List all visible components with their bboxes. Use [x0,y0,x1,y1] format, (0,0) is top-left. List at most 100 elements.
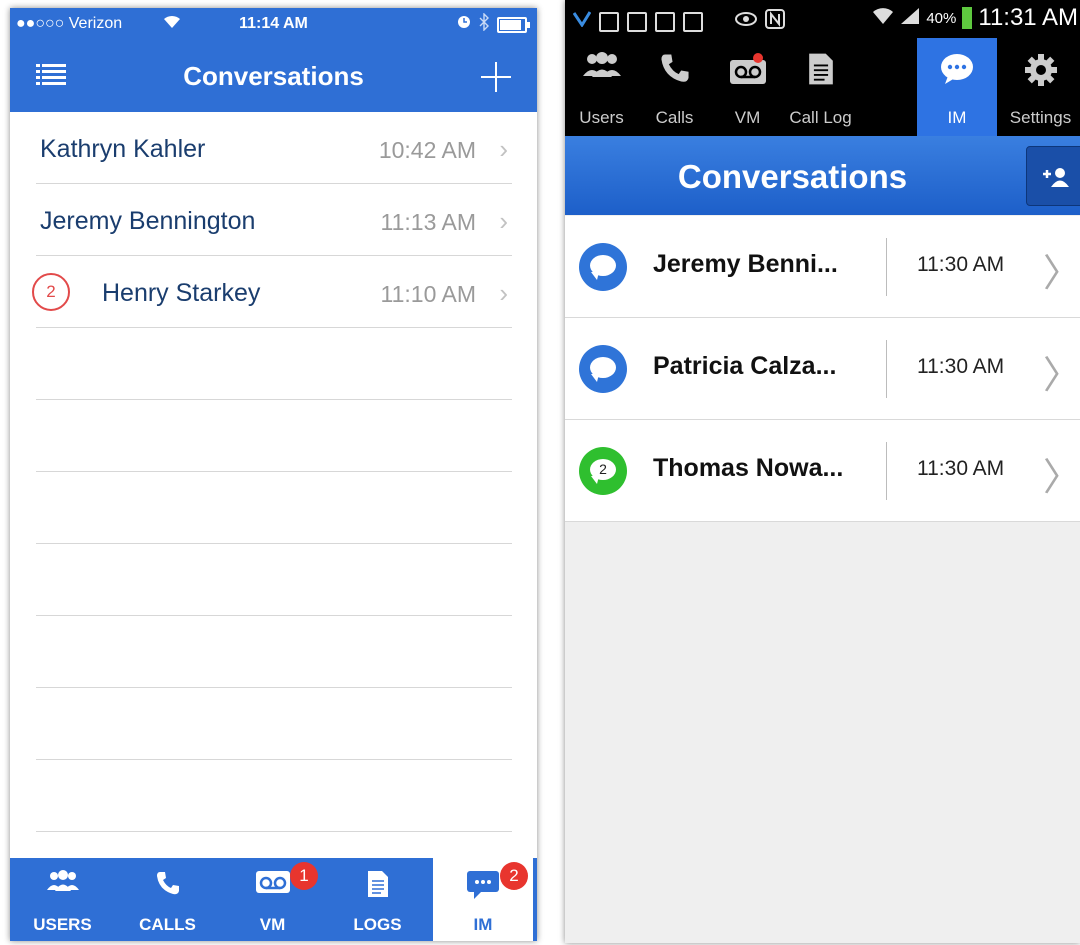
message-time: 11:30 AM [917,253,1005,276]
divider [886,442,887,500]
divider [886,238,887,296]
tab-label: IM [947,108,967,127]
conversation-row[interactable]: Jeremy Benni... 11:30 AM 〉 [565,216,1080,318]
tab-im[interactable]: IM [917,38,997,136]
empty-row [36,760,512,832]
tab-settings[interactable]: Settings [1001,38,1080,136]
document-icon [367,870,389,903]
phone-icon [659,52,691,89]
conversation-row[interactable]: 2 Thomas Nowa... 11:30 AM 〉 [565,420,1080,522]
chat-bubble-icon [579,243,627,291]
bluetooth-icon [479,12,489,36]
message-time: 11:10 AM [380,281,476,307]
empty-row [36,688,512,760]
gear-icon [1023,52,1059,93]
tab-vm[interactable]: VM [711,38,784,136]
empty-row [36,616,512,688]
chat-bubble-icon: 2 [579,447,627,495]
chevron-right-icon: › [499,134,508,164]
phone-icon [155,870,181,901]
tab-users[interactable]: Users [565,38,638,136]
contact-name: Henry Starkey [102,279,261,307]
voicemail-icon [255,870,291,899]
tab-label: Call Log [789,108,852,127]
page-title: Conversations [183,61,364,91]
tab-im[interactable]: 2 IM [433,858,533,941]
document-icon [808,52,834,91]
chat-icon [466,870,500,905]
divider [886,340,887,398]
tab-call-log[interactable]: Call Log [784,38,857,136]
conversation-row[interactable]: 2 Henry Starkey 11:10 AM › [32,256,512,328]
chevron-right-icon: 〉 [1043,457,1080,499]
ios-nav-bar: Conversations [10,38,537,112]
contact-name: Jeremy Benni... [653,250,838,278]
contact-name: Thomas Nowa... [653,454,844,482]
tab-label: CALLS [139,915,196,934]
unread-count-badge: 2 [32,273,70,311]
tab-label: Settings [1009,108,1072,127]
tab-logs[interactable]: LOGS [325,858,430,941]
conversation-row[interactable]: Patricia Calza... 11:30 AM 〉 [565,318,1080,420]
tab-label: Users [579,108,624,127]
gmail-icon [627,11,647,32]
chat-bubble-icon [579,345,627,393]
contact-name: Kathryn Kahler [40,135,206,163]
contact-name: Jeremy Bennington [40,207,256,235]
im-count-badge: 2 [500,862,528,890]
eye-icon [735,11,757,32]
check-icon [572,11,592,32]
voicemail-count-badge: 1 [290,862,318,890]
nfc-icon [765,9,785,34]
message-time: 11:30 AM [917,457,1005,480]
tab-label: USERS [33,915,92,934]
conversation-row[interactable]: Kathryn Kahler 10:42 AM › [36,112,512,184]
image-icon [599,11,619,32]
users-icon [46,870,80,897]
android-status-bar: 40% 11:31 AM [565,0,1080,38]
chevron-right-icon: 〉 [1043,355,1080,397]
android-tab-bar: Users Calls VM Call Log IM Settings [565,38,1080,136]
bag-icon [683,11,703,32]
battery-percent: 40% [926,9,957,27]
add-user-icon [1042,168,1070,193]
message-time: 10:42 AM [378,137,476,163]
ios-tab-bar: USERS CALLS 1 VM LOGS 2 IM [10,858,537,941]
message-time: 11:13 AM [380,209,476,235]
tab-label: VM [734,108,761,127]
users-icon [582,52,622,83]
empty-row [36,328,512,400]
tab-users[interactable]: USERS [10,858,115,941]
ios-status-bar: ●●○○○ Verizon 11:14 AM [10,8,537,38]
tab-vm[interactable]: 1 VM [220,858,325,941]
wifi-icon [872,4,894,32]
android-header: Conversations [565,136,1080,215]
tab-calls[interactable]: CALLS [115,858,220,941]
tab-label: LOGS [353,915,402,934]
tab-calls[interactable]: Calls [638,38,711,136]
battery-icon [962,7,973,29]
add-user-button[interactable] [1026,146,1080,206]
contact-name: Patricia Calza... [653,352,837,380]
chat-icon [939,52,975,91]
conversation-row[interactable]: Jeremy Bennington 11:13 AM › [36,184,512,256]
chevron-right-icon: › [499,278,508,308]
tab-label: IM [473,915,493,934]
ios-screen: ●●○○○ Verizon 11:14 AM Conversations Kat… [10,8,537,941]
message-time: 11:30 AM [917,355,1005,378]
email-icon [655,11,675,32]
plus-icon[interactable] [481,54,511,98]
voicemail-icon [728,52,768,91]
tab-label: VM [259,915,286,934]
empty-row [36,472,512,544]
empty-row [36,400,512,472]
page-title: Conversations [677,158,908,195]
signal-icon [900,4,920,32]
empty-row [36,544,512,616]
chevron-right-icon: › [499,206,508,236]
tab-label: Calls [655,108,694,127]
alarm-icon [457,15,471,34]
android-screen: 40% 11:31 AM Users Calls VM Call Log IM … [565,0,1080,943]
chevron-right-icon: 〉 [1043,253,1080,295]
android-status-time: 11:31 AM [978,4,1078,31]
